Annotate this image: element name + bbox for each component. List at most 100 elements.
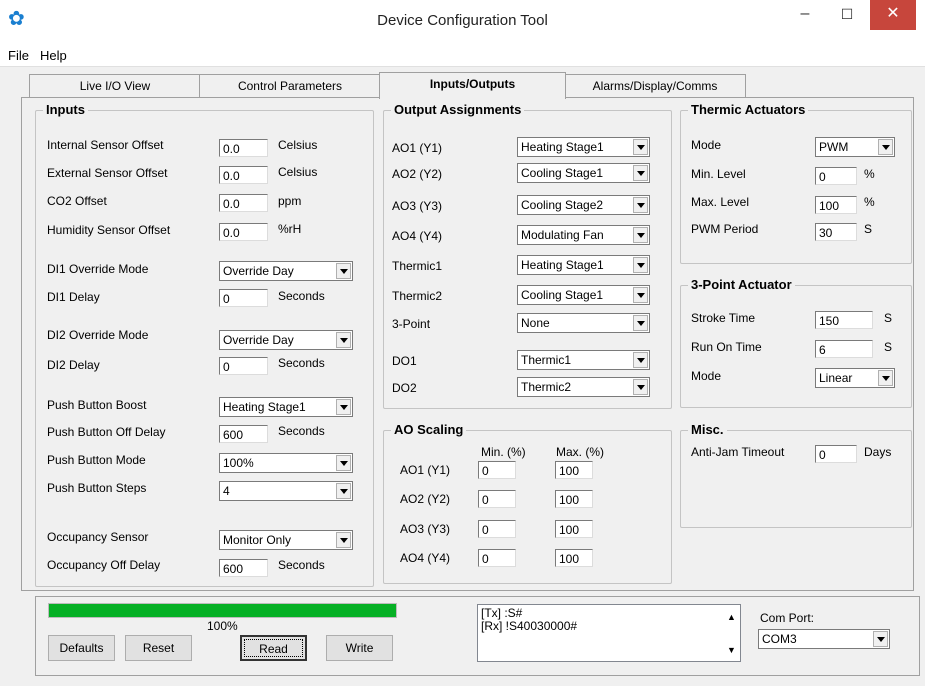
output-dropdown[interactable]: Heating Stage1 [517, 255, 650, 275]
comm-log[interactable]: [Tx] :S# [Rx] !S40030000# ▲ ▼ [477, 604, 741, 662]
chevron-down-icon [633, 257, 648, 273]
progress-fill [49, 604, 396, 617]
ao-max-field[interactable]: 100 [555, 520, 593, 538]
min-header: Min. (%) [481, 445, 526, 459]
di2-mode-dropdown[interactable]: Override Day [219, 330, 353, 350]
stroke-time-unit: S [884, 311, 893, 325]
chevron-down-icon [336, 399, 351, 415]
misc-title: Misc. [688, 422, 727, 437]
chevron-down-icon [633, 352, 648, 368]
output-value: Modulating Fan [521, 228, 604, 242]
com-port-dropdown[interactable]: COM3 [758, 629, 890, 649]
tab-alarms-display-comms[interactable]: Alarms/Display/Comms [564, 74, 746, 97]
read-button[interactable]: Read [240, 635, 307, 661]
scroll-down-icon[interactable]: ▼ [727, 644, 736, 657]
chevron-down-icon [633, 165, 648, 181]
stroke-time-field[interactable]: 150 [815, 311, 873, 329]
write-button[interactable]: Write [326, 635, 393, 661]
anti-jam-unit: Days [864, 445, 892, 459]
output-label: DO1 [392, 354, 417, 368]
output-dropdown[interactable]: Cooling Stage2 [517, 195, 650, 215]
max-header: Max. (%) [556, 445, 604, 459]
chevron-down-icon [336, 332, 351, 348]
humidity-offset-field[interactable]: 0.0 [219, 223, 268, 241]
thermic-mode-dropdown[interactable]: PWM [815, 137, 895, 157]
di2-delay-field[interactable]: 0 [219, 357, 268, 375]
ao-scaling-label: AO2 (Y2) [400, 492, 451, 506]
external-offset-field[interactable]: 0.0 [219, 166, 268, 184]
di2-mode-label: DI2 Override Mode [47, 328, 149, 342]
ao-min-field[interactable]: 0 [478, 520, 516, 538]
pb-steps-value: 4 [223, 484, 230, 498]
menu-file[interactable]: File [8, 48, 29, 63]
close-button[interactable]: ✕ [870, 0, 916, 30]
maximize-button[interactable]: ☐ [828, 0, 866, 30]
co2-offset-field[interactable]: 0.0 [219, 194, 268, 212]
three-point-title: 3-Point Actuator [688, 277, 795, 292]
scroll-up-icon[interactable]: ▲ [727, 611, 736, 624]
tab-inputs-outputs[interactable]: Inputs/Outputs [379, 72, 566, 99]
chevron-down-icon [336, 532, 351, 548]
di1-mode-label: DI1 Override Mode [47, 262, 149, 276]
com-port-value: COM3 [762, 632, 797, 646]
output-label: Thermic1 [392, 259, 443, 273]
thermic-mode-value: PWM [819, 140, 849, 154]
pb-boost-label: Push Button Boost [47, 398, 147, 412]
log-scrollbar[interactable]: ▲ ▼ [723, 605, 740, 661]
run-on-time-unit: S [884, 340, 893, 354]
run-on-time-field[interactable]: 6 [815, 340, 873, 358]
pb-boost-dropdown[interactable]: Heating Stage1 [219, 397, 353, 417]
co2-offset-unit: ppm [278, 194, 302, 208]
three-point-mode-dropdown[interactable]: Linear [815, 368, 895, 388]
pb-steps-dropdown[interactable]: 4 [219, 481, 353, 501]
anti-jam-field[interactable]: 0 [815, 445, 857, 463]
pb-mode-dropdown[interactable]: 100% [219, 453, 353, 473]
output-dropdown[interactable]: Heating Stage1 [517, 137, 650, 157]
menu-help[interactable]: Help [40, 48, 67, 63]
output-label: AO2 (Y2) [392, 167, 443, 181]
three-point-mode-label: Mode [691, 369, 722, 383]
ao-min-field[interactable]: 0 [478, 461, 516, 479]
minimize-button[interactable]: – [786, 0, 824, 30]
output-label: Thermic2 [392, 289, 443, 303]
output-dropdown[interactable]: Cooling Stage1 [517, 285, 650, 305]
ao-max-field[interactable]: 100 [555, 490, 593, 508]
max-level-field[interactable]: 100 [815, 196, 857, 214]
tab-live-io[interactable]: Live I/O View [29, 74, 201, 97]
di1-delay-field[interactable]: 0 [219, 289, 268, 307]
output-dropdown[interactable]: Thermic2 [517, 377, 650, 397]
humidity-offset-label: Humidity Sensor Offset [47, 223, 171, 237]
output-dropdown[interactable]: Modulating Fan [517, 225, 650, 245]
ao-max-field[interactable]: 100 [555, 461, 593, 479]
output-label: AO3 (Y3) [392, 199, 443, 213]
chevron-down-icon [633, 379, 648, 395]
inputs-title: Inputs [43, 102, 88, 117]
internal-offset-field[interactable]: 0.0 [219, 139, 268, 157]
max-level-label: Max. Level [691, 195, 750, 209]
pb-off-delay-unit: Seconds [278, 424, 325, 438]
occ-sensor-dropdown[interactable]: Monitor Only [219, 530, 353, 550]
occ-off-delay-field[interactable]: 600 [219, 559, 268, 577]
chevron-down-icon [336, 263, 351, 279]
log-line: [Rx] !S40030000# [481, 619, 578, 633]
output-value: Cooling Stage1 [521, 288, 604, 302]
output-dropdown[interactable]: Thermic1 [517, 350, 650, 370]
ao-max-field[interactable]: 100 [555, 549, 593, 567]
di1-mode-dropdown[interactable]: Override Day [219, 261, 353, 281]
defaults-button[interactable]: Defaults [48, 635, 115, 661]
reset-button[interactable]: Reset [125, 635, 192, 661]
output-label: AO1 (Y1) [392, 141, 443, 155]
pb-off-delay-field[interactable]: 600 [219, 425, 268, 443]
thermic-title: Thermic Actuators [688, 102, 809, 117]
tab-control-parameters[interactable]: Control Parameters [199, 74, 381, 97]
chevron-down-icon [878, 139, 893, 155]
thermic-mode-label: Mode [691, 138, 722, 152]
pwm-period-field[interactable]: 30 [815, 223, 857, 241]
output-dropdown[interactable]: None [517, 313, 650, 333]
ao-min-field[interactable]: 0 [478, 490, 516, 508]
min-level-field[interactable]: 0 [815, 167, 857, 185]
max-level-unit: % [864, 195, 875, 209]
anti-jam-label: Anti-Jam Timeout [691, 445, 785, 459]
output-dropdown[interactable]: Cooling Stage1 [517, 163, 650, 183]
ao-min-field[interactable]: 0 [478, 549, 516, 567]
